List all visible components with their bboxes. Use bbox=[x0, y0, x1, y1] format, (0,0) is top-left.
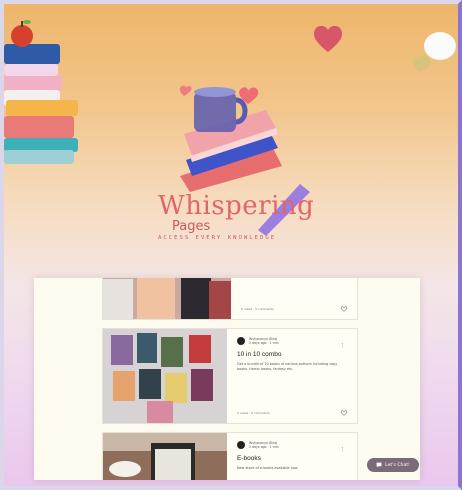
post-body: Wuhanonya Wing 2 days ago · 1 min ⋮ 10 i… bbox=[227, 329, 357, 423]
more-options-icon[interactable]: ⋮ bbox=[340, 447, 345, 453]
post-stats: 0 views · 0 comments bbox=[241, 307, 274, 311]
post-excerpt: Get a bundle of 10 books of various auth… bbox=[237, 362, 338, 371]
author-avatar[interactable] bbox=[237, 441, 245, 449]
post-date: 2 days ago · 1 min bbox=[249, 445, 279, 449]
book-stack-illustration bbox=[4, 20, 78, 164]
brand-tagline: ACCESS EVERY KNOWLEDGE bbox=[158, 235, 277, 241]
post-date: 2 days ago · 1 min bbox=[249, 341, 279, 345]
post-author[interactable]: Wuhanonya Wing 2 days ago · 1 min bbox=[237, 441, 347, 449]
post-stats: 0 views · 0 comments bbox=[237, 411, 270, 415]
post-image[interactable] bbox=[103, 278, 231, 319]
post-title[interactable]: 10 in 10 combo bbox=[237, 351, 347, 358]
ereader-photo bbox=[103, 433, 227, 480]
hero-banner: Whispering Pages ACCESS EVERY KNOWLEDGE bbox=[0, 0, 462, 270]
post-author[interactable]: Wuhanonya Wing 2 days ago · 1 min bbox=[237, 337, 347, 345]
post-image[interactable] bbox=[103, 433, 227, 480]
brand-subtitle: Pages bbox=[172, 219, 211, 234]
blog-post-card[interactable]: 0 views · 0 comments bbox=[102, 278, 358, 320]
chat-bubble-icon bbox=[376, 462, 382, 468]
post-image[interactable] bbox=[103, 329, 227, 423]
like-heart-icon[interactable] bbox=[341, 306, 347, 312]
post-body: Wuhanonya Wing 2 days ago · 1 min ⋮ E-bo… bbox=[227, 433, 357, 480]
lightbulb-illustration bbox=[413, 32, 456, 72]
like-heart-icon[interactable] bbox=[341, 410, 347, 416]
books-photo bbox=[103, 329, 227, 423]
post-title[interactable]: E-books bbox=[237, 455, 347, 462]
more-options-icon[interactable]: ⋮ bbox=[340, 343, 345, 349]
blog-post-card[interactable]: Wuhanonya Wing 2 days ago · 1 min ⋮ E-bo… bbox=[102, 432, 358, 480]
chat-button-label: Let's Chat! bbox=[385, 462, 410, 468]
heart-decoration bbox=[313, 25, 343, 52]
blog-feed: 0 views · 0 comments Wuhanonya Wing 2 da… bbox=[34, 278, 420, 480]
chat-button[interactable]: Let's Chat! bbox=[367, 458, 419, 472]
brand-title: Whispering bbox=[158, 191, 315, 221]
brand-logo[interactable]: Whispering Pages ACCESS EVERY KNOWLEDGE bbox=[158, 191, 315, 242]
post-excerpt: New stock of e-books available now bbox=[237, 466, 298, 470]
blog-post-card[interactable]: Wuhanonya Wing 2 days ago · 1 min ⋮ 10 i… bbox=[102, 328, 358, 424]
books-photo bbox=[103, 278, 231, 319]
author-avatar[interactable] bbox=[237, 337, 245, 345]
post-body: 0 views · 0 comments bbox=[231, 278, 357, 319]
